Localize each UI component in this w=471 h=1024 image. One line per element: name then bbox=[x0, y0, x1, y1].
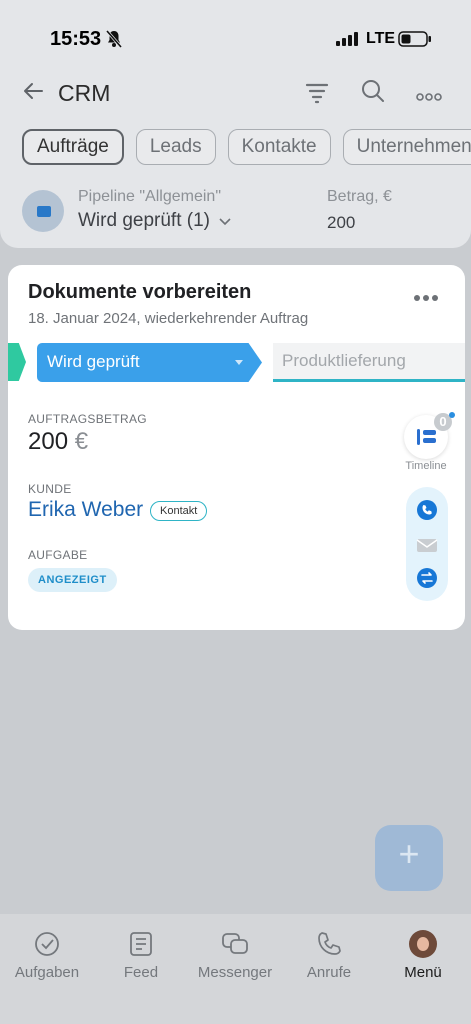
tag-icon bbox=[22, 190, 64, 232]
next-stage-button[interactable]: Produktlieferung bbox=[273, 343, 465, 382]
deal-subtitle: 18. Januar 2024, wiederkehrender Auftrag bbox=[28, 310, 309, 327]
tab-unternehmen[interactable]: Unternehmen bbox=[342, 129, 471, 165]
chevron-down-icon bbox=[219, 218, 231, 226]
app-header: CRM bbox=[0, 74, 471, 114]
current-stage-button[interactable]: Wird geprüft bbox=[37, 343, 262, 382]
deal-currency: € bbox=[74, 428, 89, 455]
timeline-notification-dot bbox=[449, 412, 455, 418]
deal-preview-card[interactable]: Dokumente vorbereiten 18. Januar 2024, w… bbox=[8, 265, 465, 630]
plus-icon: + bbox=[398, 833, 420, 874]
amount-value: 200 bbox=[327, 213, 356, 232]
entity-tabs: Aufträge Leads Kontakte Unternehmen bbox=[22, 129, 471, 165]
nav-feed[interactable]: Feed bbox=[94, 930, 188, 981]
previous-stage-chip[interactable] bbox=[8, 343, 26, 381]
nav-aufgaben[interactable]: Aufgaben bbox=[0, 930, 94, 981]
bell-muted-icon bbox=[105, 30, 123, 53]
task-label: AUFGABE bbox=[28, 548, 88, 562]
nav-anrufe[interactable]: Anrufe bbox=[282, 930, 376, 981]
next-stage-label: Produktlieferung bbox=[282, 351, 406, 370]
tab-auftraege[interactable]: Aufträge bbox=[22, 129, 124, 165]
check-circle-icon bbox=[0, 930, 94, 958]
crm-header-area: 15:53 LTE CRM Aufträge Leads Kontakte Un… bbox=[0, 0, 471, 248]
contact-badge: Kontakt bbox=[150, 501, 208, 521]
network-type: LTE bbox=[366, 30, 396, 47]
client-label: KUNDE bbox=[28, 482, 72, 496]
add-button[interactable]: + bbox=[375, 825, 443, 891]
search-icon[interactable] bbox=[360, 78, 386, 109]
nav-label: Messenger bbox=[197, 964, 273, 981]
filter-icon[interactable] bbox=[304, 80, 330, 111]
email-icon[interactable] bbox=[416, 534, 438, 556]
communication-bar bbox=[406, 487, 448, 601]
deal-amount-value: 200 bbox=[28, 428, 69, 455]
page-title: CRM bbox=[58, 80, 111, 106]
open-channel-icon[interactable] bbox=[416, 567, 438, 589]
deal-amount-label: AUFTRAGSBETRAG bbox=[28, 412, 147, 426]
nav-label: Anrufe bbox=[306, 964, 352, 981]
signal-icon bbox=[336, 32, 358, 51]
battery-icon bbox=[398, 31, 432, 52]
timeline-label: Timeline bbox=[405, 460, 447, 472]
tab-kontakte[interactable]: Kontakte bbox=[227, 129, 331, 165]
pipeline-selector[interactable]: Pipeline "Allgemein" Wird geprüft (1) Be… bbox=[22, 186, 462, 236]
nav-label: Menü bbox=[404, 964, 442, 981]
nav-label: Aufgaben bbox=[14, 964, 80, 981]
nav-label: Feed bbox=[123, 964, 159, 981]
back-arrow-icon[interactable] bbox=[22, 80, 44, 107]
nav-messenger[interactable]: Messenger bbox=[188, 930, 282, 981]
deal-title: Dokumente vorbereiten bbox=[28, 281, 252, 303]
tab-leads[interactable]: Leads bbox=[135, 129, 216, 165]
nav-menue[interactable]: Menü bbox=[376, 930, 470, 981]
feed-icon bbox=[94, 930, 188, 958]
client-name-link[interactable]: Erika Weber bbox=[28, 498, 143, 522]
more-icon[interactable] bbox=[416, 88, 442, 106]
deal-amount: 200 € bbox=[28, 428, 88, 456]
task-status-badge[interactable]: ANGEZEIGT bbox=[28, 568, 117, 592]
bottom-navigation: Aufgaben Feed Messenger Anrufe Menü bbox=[0, 914, 471, 1024]
pipeline-stage-value[interactable]: Wird geprüft (1) bbox=[78, 210, 231, 232]
pipeline-stage-text: Wird geprüft (1) bbox=[78, 210, 210, 231]
phone-icon bbox=[282, 930, 376, 958]
phone-call-icon[interactable] bbox=[416, 499, 438, 521]
avatar bbox=[409, 930, 437, 958]
card-more-icon[interactable] bbox=[413, 289, 439, 307]
caret-down-icon bbox=[235, 360, 243, 365]
chat-icon bbox=[188, 930, 282, 958]
current-stage-label: Wird geprüft bbox=[47, 352, 140, 371]
pipeline-label: Pipeline "Allgemein" bbox=[78, 188, 221, 205]
status-time: 15:53 bbox=[50, 28, 102, 50]
amount-label: Betrag, € bbox=[327, 188, 392, 205]
timeline-button[interactable]: 0 bbox=[404, 412, 455, 459]
status-bar: 15:53 LTE bbox=[0, 22, 471, 56]
